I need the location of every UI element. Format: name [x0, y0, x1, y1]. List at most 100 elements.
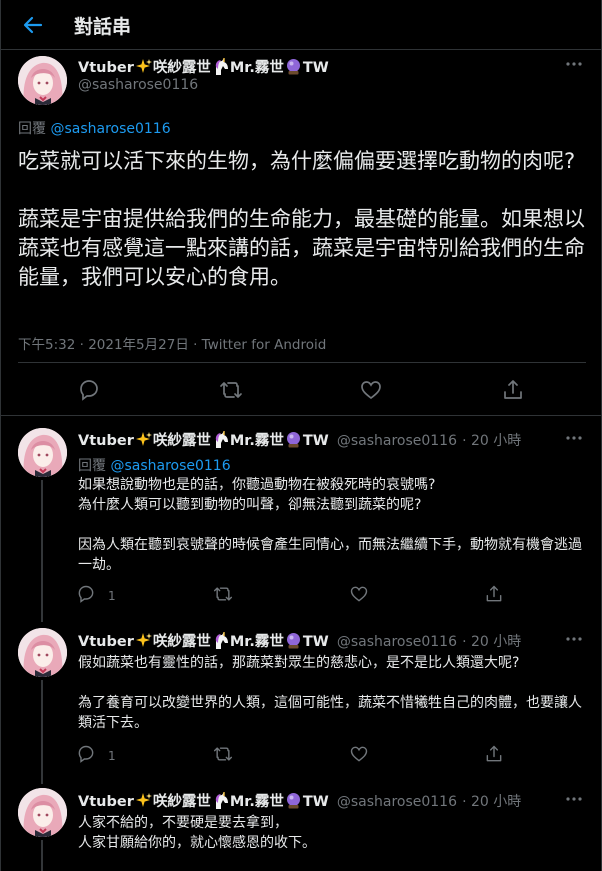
like-button[interactable]: [349, 584, 369, 604]
divider: [1, 415, 602, 416]
more-button[interactable]: [564, 54, 584, 74]
tweet-line: 如果想說動物也是的話，你聽過動物在被殺死時的哀號嗎?: [78, 477, 436, 493]
back-button[interactable]: [21, 12, 47, 38]
retweet-button[interactable]: [219, 378, 243, 402]
unicorn-icon: [214, 58, 229, 75]
reply-icon: [80, 380, 98, 400]
unicorn-icon: [214, 431, 229, 448]
tweet-line: 為什麼人類可以聽到動物的叫聲，卻無法聽到蔬菜的呢?: [78, 497, 422, 513]
unicorn-icon: [214, 632, 229, 649]
divider: [18, 362, 586, 363]
avatar-image: [18, 428, 67, 477]
like-button[interactable]: [349, 744, 369, 764]
share-icon: [504, 380, 522, 399]
author-name-part: TW: [302, 433, 329, 449]
author-name-part: TW: [302, 634, 329, 650]
more-button[interactable]: [564, 629, 584, 649]
author-name-part: TW: [302, 794, 329, 810]
tweet-line: 為了養育可以改變世界的人類，這個可能性，蔬菜不惜犧牲自己的肉體，也要讓人類活下去…: [78, 695, 582, 731]
retweet-button[interactable]: [213, 584, 233, 604]
tweet-text: 如果想說動物也是的話，你聽過動物在被殺死時的哀號嗎? 為什麼人類可以聽到動物的叫…: [78, 475, 583, 575]
author-name-part: TW: [302, 60, 329, 76]
author-name-part: Vtuber: [78, 60, 134, 76]
tweet-text: 假如蔬菜也有靈性的話，那蔬菜對眾生的慈悲心，是不是比人類還大呢? 為了養育可以改…: [78, 653, 583, 733]
reply-handle-link[interactable]: @sasharose0116: [50, 121, 170, 137]
author-name-part: Mr.霧世: [229, 634, 284, 650]
more-button[interactable]: [564, 428, 584, 448]
reply-button[interactable]: [77, 378, 101, 402]
sparkles-icon: [135, 432, 152, 446]
tweet-line: 假如蔬菜也有靈性的話，那蔬菜對眾生的慈悲心，是不是比人類還大呢?: [78, 655, 520, 671]
author-handle[interactable]: @sasharose0116: [78, 77, 198, 93]
tweet-time: · 20 小時: [462, 794, 522, 810]
retweet-icon: [220, 382, 242, 398]
tweet-text: 吃菜就可以活下來的生物，為什麼偏偏要選擇吃動物的肉呢? 蔬菜是宇宙提供給我們的生…: [18, 147, 588, 321]
reply-prefix: 回覆: [78, 458, 106, 474]
reply-icon: [78, 745, 94, 763]
tweet-meta[interactable]: 下午5:32 · 2021年5月27日 · Twitter for Androi…: [18, 333, 326, 353]
crystal-ball-icon: [286, 633, 300, 649]
tweet-line: 人家甘願給你的，就心懷感恩的收下。: [78, 835, 316, 851]
share-button[interactable]: [484, 744, 504, 764]
header: 對話串: [1, 0, 602, 50]
page-title: 對話串: [74, 16, 132, 38]
author-name[interactable]: Vtuber 咲紗露世 Mr.霧世 TW: [78, 56, 329, 77]
retweet-button[interactable]: [213, 744, 233, 764]
share-icon: [486, 585, 502, 602]
reply-icon: [78, 585, 94, 603]
avatar-image: [18, 56, 67, 105]
author-handle: @sasharose0116: [336, 634, 457, 650]
share-icon: [486, 745, 502, 762]
retweet-icon: [213, 747, 233, 761]
author-handle: @sasharose0116: [336, 794, 457, 810]
unicorn-icon: [214, 792, 229, 809]
reply-button[interactable]: [76, 744, 96, 764]
author-name-part: Mr.霧世: [229, 794, 284, 810]
more-icon: [566, 637, 582, 641]
avatar[interactable]: [18, 628, 67, 677]
author-name[interactable]: Vtuber 咲紗露世 Mr.霧世 TW @sasharose0116 · 20 小時: [78, 429, 521, 450]
replying-to: 回覆 @sasharose0116: [18, 118, 171, 138]
avatar[interactable]: [18, 56, 67, 105]
more-icon: [566, 62, 582, 66]
reply-button[interactable]: [76, 584, 96, 604]
sparkles-icon: [135, 793, 152, 807]
tweet-time: · 20 小時: [462, 433, 522, 449]
author-name[interactable]: Vtuber 咲紗露世 Mr.霧世 TW @sasharose0116 · 20 小時: [78, 790, 521, 811]
tweet-paragraph: 蔬菜是宇宙提供給我們的生命能力，最基礎的能量。如果想以蔬菜也有感覺這一點來講的話…: [18, 207, 585, 289]
reply-count: 1: [108, 749, 116, 763]
tweet-time: · 20 小時: [462, 634, 522, 650]
reply-handle-link[interactable]: @sasharose0116: [110, 458, 230, 474]
thread-line: [41, 840, 43, 871]
reply-count: 1: [108, 589, 116, 603]
back-arrow-icon: [23, 16, 43, 34]
avatar-image: [18, 628, 67, 677]
tweet-paragraph: 吃菜就可以活下來的生物，為什麼偏偏要選擇吃動物的肉呢?: [18, 149, 576, 173]
share-button[interactable]: [484, 584, 504, 604]
author-name-part: 咲紗露世: [152, 794, 211, 810]
tweet-text: 人家不給的，不要硬是要去拿到， 人家甘願給你的，就心懷感恩的收下。: [78, 813, 583, 853]
author-name-part: 咲紗露世: [152, 60, 211, 76]
thread-page: 對話串 Vtuber 咲紗露世 Mr.霧世 TW @sasharose0116 回覆 …: [0, 0, 602, 871]
reply-prefix: 回覆: [18, 121, 46, 137]
like-icon: [361, 381, 381, 399]
retweet-icon: [213, 587, 233, 601]
like-button[interactable]: [359, 378, 383, 402]
thread-line: [41, 480, 43, 622]
avatar-image: [18, 788, 67, 837]
tweet-line: 因為人類在聽到哀號聲的時候會產生同情心，而無法繼續下手，動物就有機會逃過一劫。: [78, 537, 582, 573]
more-button[interactable]: [564, 789, 584, 809]
like-icon: [350, 586, 368, 602]
like-icon: [350, 746, 368, 762]
avatar[interactable]: [18, 788, 67, 837]
more-icon: [566, 797, 582, 801]
author-name-part: Vtuber: [78, 433, 134, 449]
share-button[interactable]: [501, 378, 525, 402]
tweet-line: 人家不給的，不要硬是要去拿到，: [78, 815, 288, 831]
author-name[interactable]: Vtuber 咲紗露世 Mr.霧世 TW @sasharose0116 · 20 小時: [78, 630, 521, 651]
replying-to: 回覆 @sasharose0116: [78, 455, 231, 475]
sparkles-icon: [135, 633, 152, 647]
author-handle: @sasharose0116: [336, 433, 457, 449]
avatar[interactable]: [18, 428, 67, 477]
thread-line: [41, 680, 43, 784]
